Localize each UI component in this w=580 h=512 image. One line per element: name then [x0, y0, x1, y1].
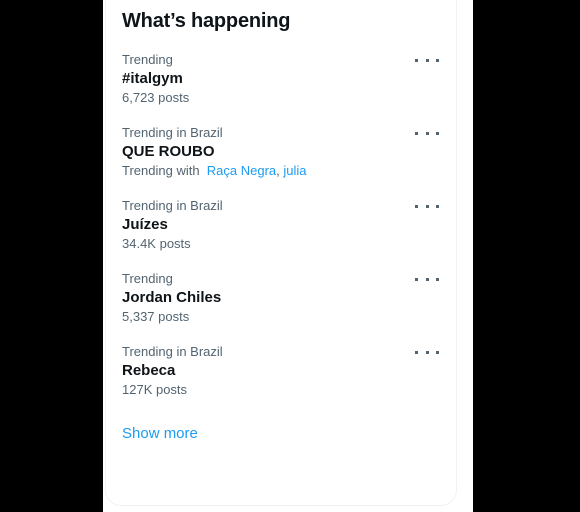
trend-name: Rebeca — [122, 362, 176, 379]
more-options-dot — [415, 350, 418, 354]
trend-category-label: Trending in Brazil — [122, 198, 223, 213]
more-options-dot — [415, 131, 418, 135]
more-options-dot — [425, 204, 429, 208]
trend-post-count: 34.4K posts — [122, 236, 191, 251]
more-options-dot — [425, 58, 429, 62]
trend-item[interactable]: Trending in Brazil Juízes 34.4K posts — [106, 189, 456, 262]
trend-name: Juízes — [122, 216, 168, 233]
trend-category-label: Trending — [122, 52, 173, 67]
more-options-dot — [415, 204, 418, 208]
trend-item[interactable]: Trending in Brazil QUE ROUBO Trending with… — [106, 116, 456, 189]
card-header: What’s happening — [106, 0, 456, 43]
trend-name: #italgym — [122, 70, 183, 87]
more-options-icon[interactable] — [415, 344, 439, 360]
trending-with-prefix: Trending with — [122, 163, 200, 178]
trend-category-label: Trending — [122, 271, 173, 286]
trending-with-row: Trending with Raça Negra, julia — [122, 163, 440, 179]
trend-list: Trending #italgym 6,723 posts Trending in B… — [106, 43, 456, 408]
trend-name: Jordan Chiles — [122, 289, 222, 306]
more-options-dot — [425, 131, 429, 135]
more-options-icon[interactable] — [415, 198, 439, 214]
more-options-icon[interactable] — [415, 271, 439, 287]
whats-happening-card: What’s happening Trending #italgym 6,723 p… — [105, 0, 457, 506]
more-options-icon[interactable] — [415, 52, 439, 68]
trend-post-count: 5,337 posts — [122, 309, 190, 324]
page-title: What’s happening — [122, 10, 291, 32]
more-options-dot — [436, 277, 439, 281]
trend-category-label: Trending in Brazil — [122, 125, 223, 140]
screen-root: What’s happening Trending #italgym 6,723 p… — [0, 0, 580, 512]
trend-name: QUE ROUBO — [122, 143, 215, 160]
more-options-dot — [436, 350, 439, 354]
trend-item[interactable]: Trending Jordan Chiles 5,337 posts — [106, 262, 456, 335]
more-options-dot — [436, 204, 439, 208]
trending-with-link[interactable]: julia — [283, 163, 306, 178]
more-options-dot — [436, 131, 439, 135]
more-options-dot — [425, 350, 429, 354]
more-options-dot — [415, 277, 418, 281]
more-options-icon[interactable] — [415, 125, 439, 141]
more-options-dot — [425, 277, 429, 281]
trend-item[interactable]: Trending in Brazil Rebeca 127K posts — [106, 335, 456, 408]
more-options-dot — [415, 58, 418, 62]
show-more-link[interactable]: Show more — [106, 408, 456, 460]
trend-post-count: 127K posts — [122, 382, 188, 397]
more-options-dot — [436, 58, 439, 62]
trend-category-label: Trending in Brazil — [122, 344, 223, 359]
trend-item[interactable]: Trending #italgym 6,723 posts — [106, 43, 456, 116]
trend-post-count: 6,723 posts — [122, 90, 190, 105]
trending-with-link[interactable]: Raça Negra — [207, 163, 276, 178]
